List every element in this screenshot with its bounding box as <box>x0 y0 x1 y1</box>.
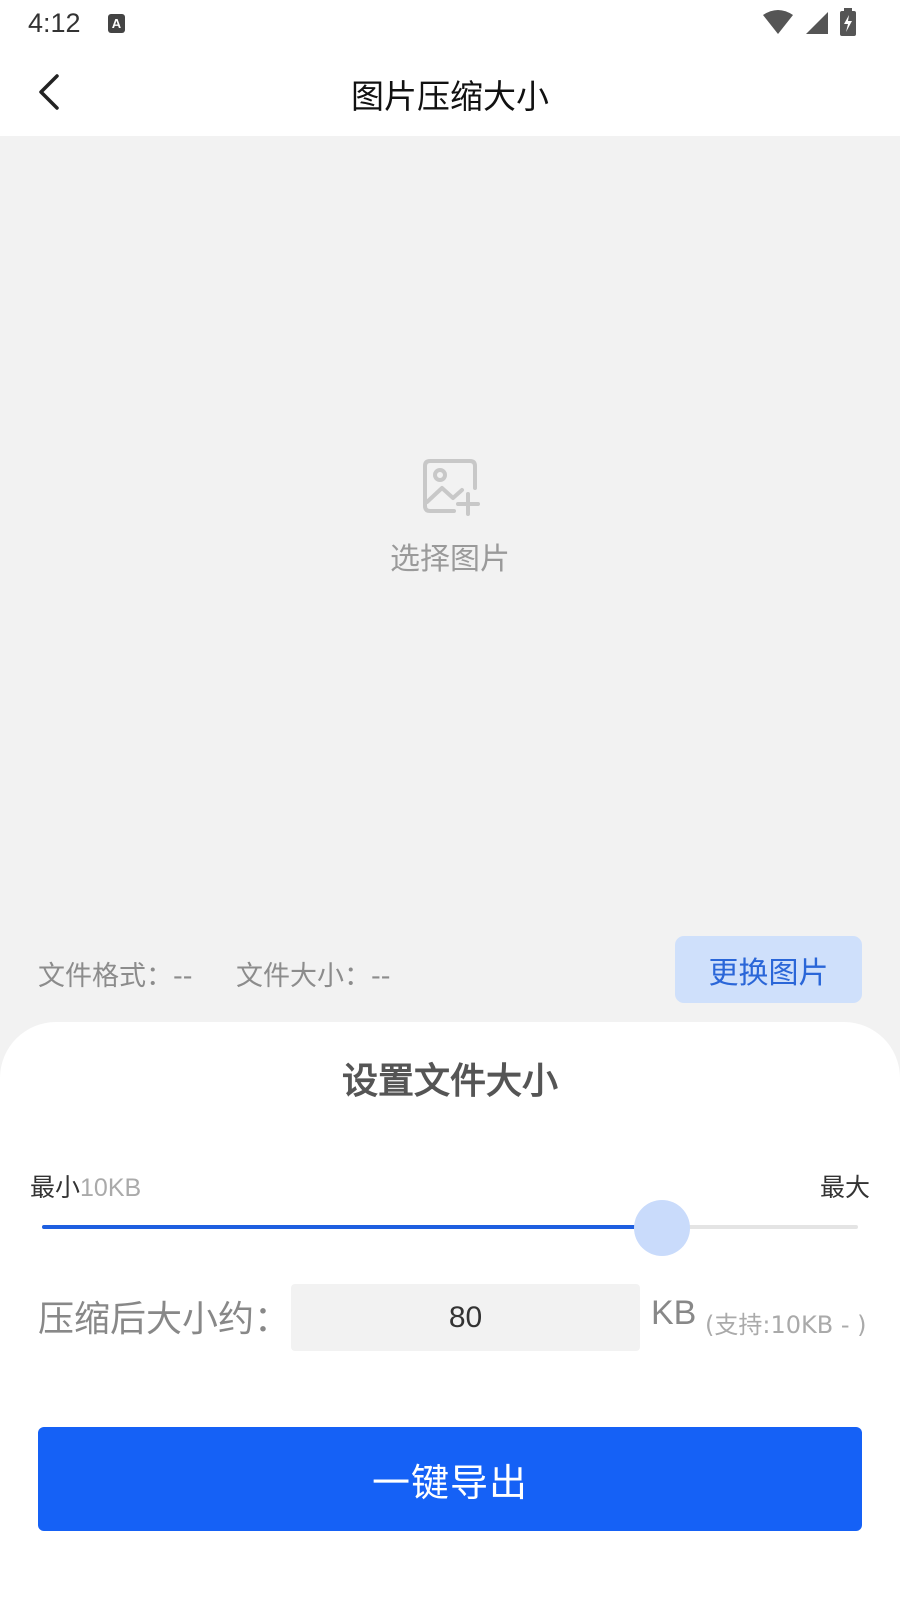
unit-label: KB <box>651 1294 697 1332</box>
export-button[interactable]: 一键导出 <box>38 1427 862 1531</box>
settings-sheet: 设置文件大小 最小10KB 最大 压缩后大小约： KB (支持:10KB - )… <box>0 1022 900 1600</box>
sheet-title: 设置文件大小 <box>341 1061 558 1102</box>
compressed-size-input[interactable] <box>291 1284 640 1351</box>
slider-thumb[interactable] <box>634 1200 691 1256</box>
page-title: 图片压缩大小 <box>351 77 549 116</box>
status-time: 4:12 <box>28 8 81 38</box>
min-label-text: 最小 <box>30 1173 81 1202</box>
select-image-button[interactable]: 选择图片 <box>350 456 550 586</box>
status-icons <box>762 8 856 40</box>
status-bar: 4:12 A <box>0 0 900 50</box>
support-range-text: (支持:10KB - ) <box>705 1311 867 1339</box>
wifi-icon <box>762 9 794 39</box>
size-slider[interactable] <box>42 1200 858 1256</box>
replace-image-button[interactable]: 更换图片 <box>675 936 862 1003</box>
file-format-text: 文件格式：-- <box>38 961 193 992</box>
max-label: 最大 <box>819 1173 870 1202</box>
min-label: 最小10KB <box>30 1168 141 1204</box>
file-size-text: 文件大小：-- <box>236 961 391 992</box>
image-add-icon <box>350 456 550 520</box>
slider-fill <box>42 1225 663 1229</box>
cellular-signal-icon <box>804 9 830 39</box>
battery-charging-icon <box>840 8 856 40</box>
select-image-label: 选择图片 <box>390 542 510 577</box>
compressed-size-label: 压缩后大小约： <box>38 1299 291 1340</box>
title-bar: 图片压缩大小 <box>0 50 900 136</box>
min-value: 10KB <box>80 1174 142 1202</box>
notification-icon: A <box>108 14 125 33</box>
image-preview-area[interactable]: 选择图片 <box>0 136 900 906</box>
file-info-row: 文件格式：-- 文件大小：-- 更换图片 <box>0 936 900 1004</box>
